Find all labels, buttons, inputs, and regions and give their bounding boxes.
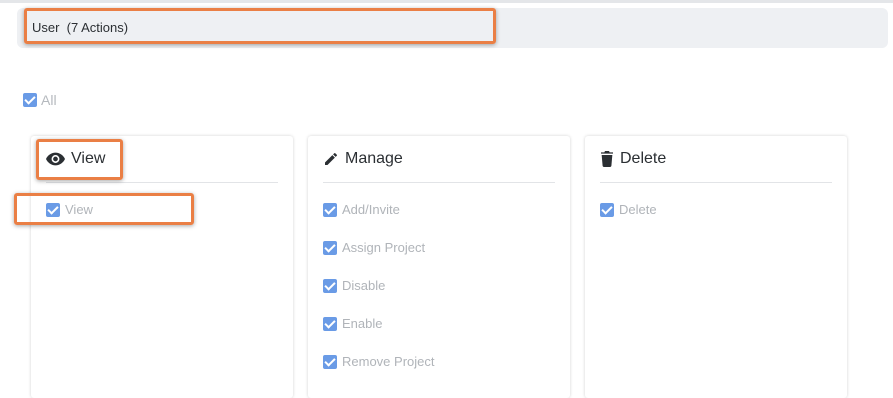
option-delete-label: Delete [619, 202, 657, 217]
option-assign-project-checkbox[interactable] [323, 241, 337, 255]
manage-card-divider [323, 182, 555, 183]
delete-options: Delete [600, 202, 657, 240]
option-enable-label: Enable [342, 316, 383, 331]
select-all-row[interactable]: All [23, 92, 57, 108]
option-enable[interactable]: Enable [323, 316, 434, 354]
option-remove-project-label: Remove Project [342, 354, 435, 369]
delete-card-header: Delete [600, 150, 666, 168]
delete-card-divider [600, 182, 832, 183]
option-delete[interactable]: Delete [600, 202, 657, 240]
manage-card-header: Manage [323, 150, 403, 168]
pencil-icon [325, 152, 338, 165]
option-add-invite-checkbox[interactable] [323, 203, 337, 217]
option-disable-label: Disable [342, 278, 386, 293]
highlight-view-option [14, 193, 194, 225]
manage-card: Manage Add/Invite Assign Project Disable… [308, 136, 570, 398]
view-card-divider [46, 182, 278, 183]
trash-icon [601, 151, 613, 167]
manage-options: Add/Invite Assign Project Disable Enable… [323, 202, 434, 392]
option-disable[interactable]: Disable [323, 278, 434, 316]
option-add-invite[interactable]: Add/Invite [323, 202, 434, 240]
select-all-checkbox[interactable] [23, 93, 37, 107]
delete-card-title: Delete [620, 150, 667, 167]
option-add-invite-label: Add/Invite [342, 202, 400, 217]
option-delete-checkbox[interactable] [600, 203, 614, 217]
highlight-section-title [24, 8, 496, 44]
option-remove-project[interactable]: Remove Project [323, 354, 434, 392]
top-divider [0, 0, 893, 3]
option-assign-project-label: Assign Project [342, 240, 426, 255]
delete-card: Delete Delete [585, 136, 847, 398]
select-all-label: All [41, 92, 57, 108]
option-remove-project-checkbox[interactable] [323, 355, 337, 369]
highlight-view-title [36, 139, 123, 180]
option-enable-checkbox[interactable] [323, 317, 337, 331]
manage-card-title: Manage [345, 150, 403, 167]
option-disable-checkbox[interactable] [323, 279, 337, 293]
option-assign-project[interactable]: Assign Project [323, 240, 434, 278]
